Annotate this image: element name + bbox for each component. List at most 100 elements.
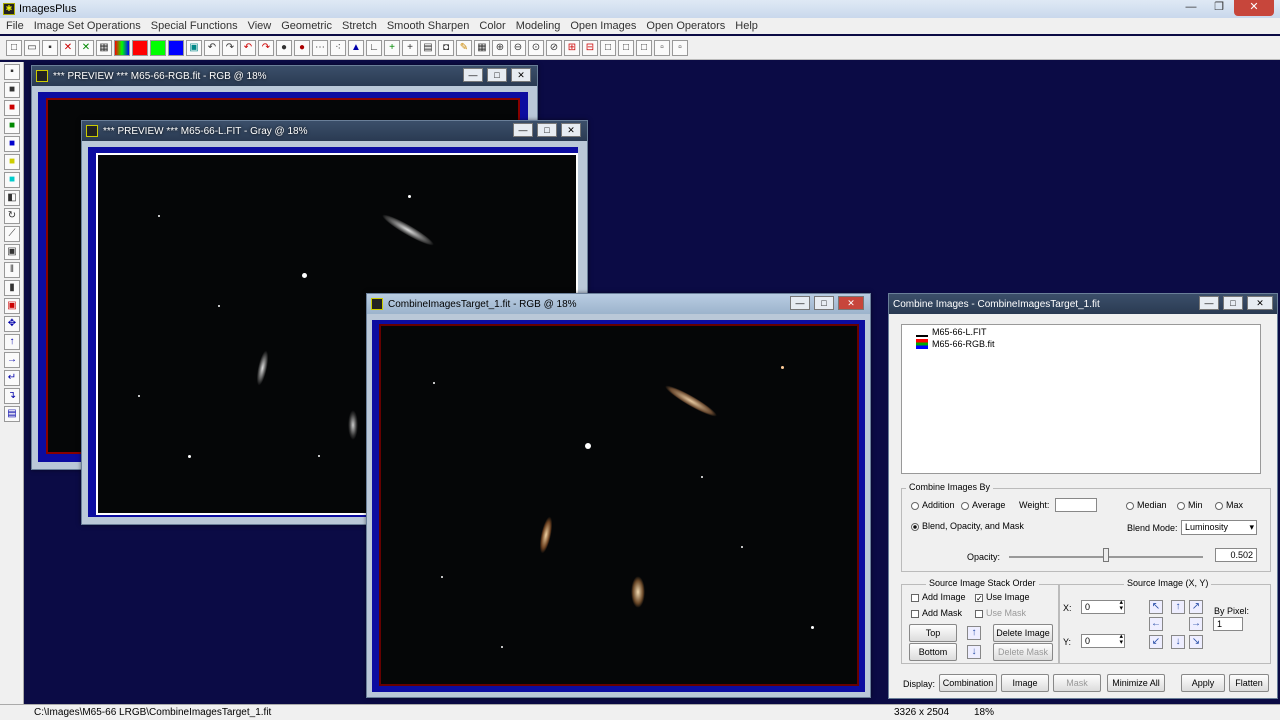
median-radio[interactable]: Median (1126, 500, 1167, 510)
use-image-checkbox[interactable]: ✓ Use Image (975, 592, 1030, 602)
matrix-icon[interactable]: ▦ (474, 39, 490, 56)
mono-layer-icon[interactable]: ◧ (4, 190, 20, 206)
return-icon[interactable]: ↵ (4, 370, 20, 386)
mask-button[interactable]: Mask (1053, 674, 1101, 692)
red-layer-icon[interactable]: ■ (4, 100, 20, 116)
redo-icon[interactable]: ↷ (222, 39, 238, 56)
x-input[interactable]: 0 ▴ ▾ (1081, 599, 1125, 614)
region-icon[interactable]: ▣ (4, 244, 20, 260)
max-radio[interactable]: Max (1215, 500, 1243, 510)
use-mask-checkbox[interactable]: Use Mask (975, 608, 1026, 618)
addition-radio[interactable]: Addition (911, 500, 955, 510)
spinner-icon[interactable]: ▴ ▾ (1119, 599, 1123, 612)
nudge-up-right-icon[interactable]: ↗ (1189, 600, 1203, 614)
save-icon[interactable]: ▪ (4, 64, 20, 80)
flatten-button[interactable]: Flatten (1229, 674, 1269, 692)
maximize-icon[interactable]: □ (814, 296, 834, 310)
cyan-layer-icon[interactable]: ■ (4, 172, 20, 188)
nudge-up-icon[interactable]: ↑ (1171, 600, 1185, 614)
crosshair-icon[interactable]: + (402, 39, 418, 56)
menu-geometric[interactable]: Geometric (281, 20, 332, 32)
blend-radio[interactable]: Blend, Opacity, and Mask (911, 521, 1024, 531)
minimize-icon[interactable]: — (463, 68, 483, 82)
rgb-icon[interactable] (114, 39, 130, 56)
menu-color[interactable]: Color (479, 20, 505, 32)
delete-mask-button[interactable]: Delete Mask (993, 643, 1053, 661)
circle-red-icon[interactable]: ● (294, 39, 310, 56)
image-button[interactable]: Image (1001, 674, 1049, 692)
menu-open-operators[interactable]: Open Operators (646, 20, 725, 32)
add-image-checkbox[interactable]: Add Image (911, 592, 966, 602)
camera-icon[interactable]: ◘ (438, 39, 454, 56)
top-button[interactable]: Top (909, 624, 957, 642)
close-icon[interactable]: ✕ (1234, 0, 1274, 16)
open-icon[interactable]: ▭ (24, 39, 40, 56)
histogram-icon[interactable]: ▲ (348, 39, 364, 56)
spinner-icon[interactable]: ▴ ▾ (1119, 633, 1123, 646)
minimize-icon[interactable]: — (513, 123, 533, 137)
minimize-icon[interactable]: — (1178, 0, 1204, 16)
up-arrow-icon[interactable]: ↑ (4, 334, 20, 350)
nudge-down-icon[interactable]: ↓ (1171, 635, 1185, 649)
red-box-icon[interactable]: ▣ (4, 298, 20, 314)
minimize-icon[interactable]: — (1199, 296, 1219, 310)
red-channel-icon[interactable] (132, 39, 148, 56)
circle-icon[interactable]: ● (276, 39, 292, 56)
plus-icon[interactable]: + (384, 39, 400, 56)
zoom-out-icon[interactable]: ⊖ (510, 39, 526, 56)
target-image[interactable] (379, 324, 859, 686)
apply-button[interactable]: Apply (1181, 674, 1225, 692)
zoom-in-red-icon[interactable]: ⊞ (564, 39, 580, 56)
by-pixel-input[interactable]: 1 (1213, 617, 1243, 631)
rotate-icon[interactable]: ↻ (4, 208, 20, 224)
split-icon[interactable]: ‖ (4, 262, 20, 278)
zoom-out-red-icon[interactable]: ⊟ (582, 39, 598, 56)
frame-5-icon[interactable]: ▫ (672, 39, 688, 56)
green-layer-icon[interactable]: ■ (4, 118, 20, 134)
pencil-icon[interactable]: ✎ (456, 39, 472, 56)
nudge-left-icon[interactable]: ← (1149, 617, 1163, 631)
weight-input[interactable] (1055, 498, 1097, 512)
grid-icon[interactable]: ▣ (186, 39, 202, 56)
axis-icon[interactable]: ∟ (366, 39, 382, 56)
close-all-icon[interactable]: ✕ (78, 39, 94, 56)
move-icon[interactable]: ✥ (4, 316, 20, 332)
down-return-icon[interactable]: ↴ (4, 388, 20, 404)
close-icon[interactable]: ✕ (561, 123, 581, 137)
list-item[interactable]: M65-66-RGB.fit (916, 339, 1260, 349)
table-icon[interactable]: ▤ (420, 39, 436, 56)
close-icon[interactable]: ✕ (1247, 296, 1273, 310)
menu-view[interactable]: View (248, 20, 272, 32)
frame-3-icon[interactable]: □ (636, 39, 652, 56)
preview-gray-titlebar[interactable]: *** PREVIEW *** M65-66-L.FIT - Gray @ 18… (82, 121, 587, 141)
delete-image-button[interactable]: Delete Image (993, 624, 1053, 642)
nudge-down-right-icon[interactable]: ↘ (1189, 635, 1203, 649)
bottom-button[interactable]: Bottom (909, 643, 957, 661)
menu-stretch[interactable]: Stretch (342, 20, 377, 32)
info-icon[interactable]: ▤ (4, 406, 20, 422)
min-radio[interactable]: Min (1177, 500, 1203, 510)
opacity-value[interactable]: 0.502 (1215, 548, 1257, 562)
line-icon[interactable]: ⟋ (4, 226, 20, 242)
menu-smooth-sharpen[interactable]: Smooth Sharpen (387, 20, 470, 32)
yellow-layer-icon[interactable]: ■ (4, 154, 20, 170)
list-item[interactable]: M65-66-L.FIT (916, 327, 1260, 337)
redo-all-icon[interactable]: ↷ (258, 39, 274, 56)
black-bar-icon[interactable]: ▮ (4, 280, 20, 296)
frame-1-icon[interactable]: □ (600, 39, 616, 56)
opacity-slider-thumb[interactable] (1103, 548, 1109, 562)
save-icon[interactable]: ▪ (42, 39, 58, 56)
blue-layer-icon[interactable]: ■ (4, 136, 20, 152)
move-down-icon[interactable]: ↓ (967, 645, 981, 659)
maximize-icon[interactable]: □ (537, 123, 557, 137)
average-radio[interactable]: Average (961, 500, 1005, 510)
combination-button[interactable]: Combination (939, 674, 997, 692)
zoom-actual-icon[interactable]: ⊘ (546, 39, 562, 56)
blend-mode-select[interactable]: Luminosity ▾ (1181, 520, 1257, 535)
new-icon[interactable]: □ (6, 39, 22, 56)
image-stack-list[interactable]: M65-66-L.FIT M65-66-RGB.fit (901, 324, 1261, 474)
right-arrow-icon[interactable]: → (4, 352, 20, 368)
move-up-icon[interactable]: ↑ (967, 626, 981, 640)
black-square-icon[interactable]: ■ (4, 82, 20, 98)
menu-open-images[interactable]: Open Images (570, 20, 636, 32)
